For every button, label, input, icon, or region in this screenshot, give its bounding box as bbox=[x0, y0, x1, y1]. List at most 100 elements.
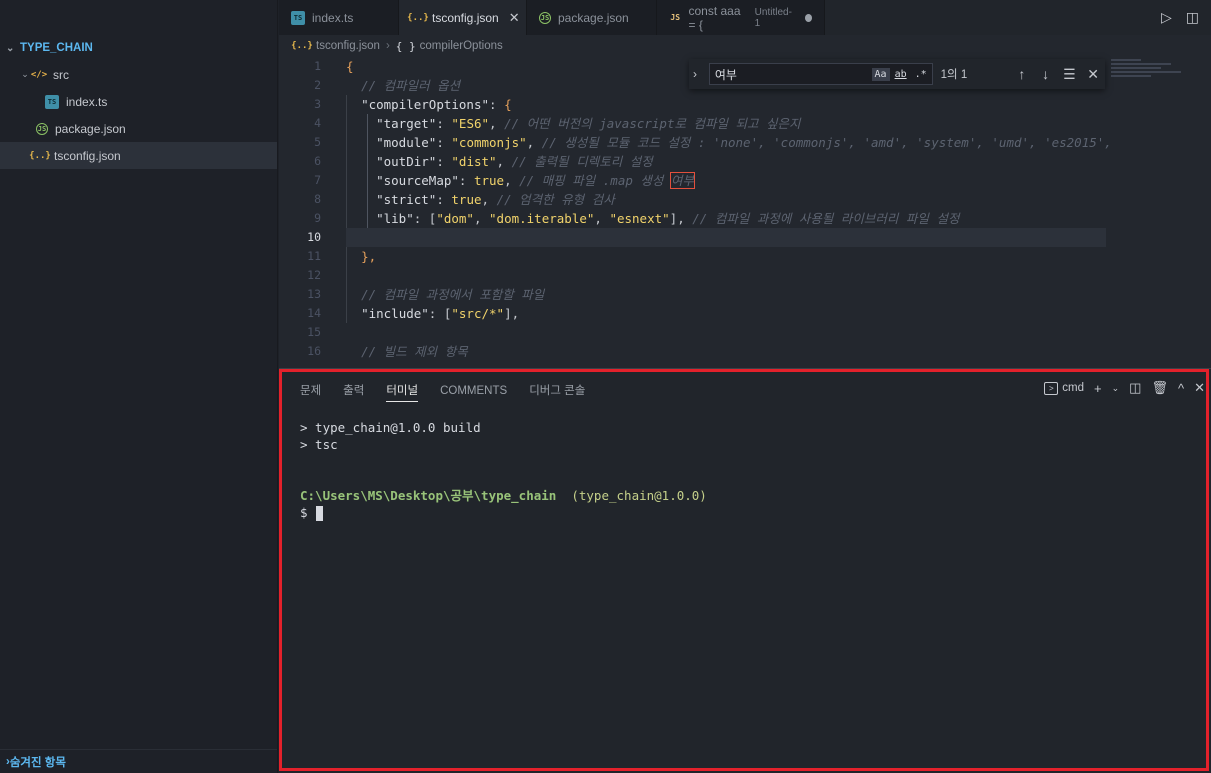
typescript-file-icon: TS bbox=[45, 94, 59, 109]
folder-icon: </> bbox=[30, 69, 48, 80]
regex-toggle[interactable]: .* bbox=[912, 68, 930, 81]
current-line bbox=[346, 228, 1106, 247]
outline-section-header[interactable]: › 숨겨진 항목 bbox=[0, 749, 277, 773]
json-file-icon: {..} bbox=[291, 41, 313, 51]
tab-untitled-1[interactable]: JS const aaa = { Untitled-1 bbox=[657, 0, 825, 35]
json-key: "sourceMap" bbox=[376, 173, 459, 188]
line-number: 5 bbox=[314, 135, 321, 149]
new-terminal-icon[interactable]: + bbox=[1094, 381, 1102, 396]
sidebar-item-label: package.json bbox=[55, 121, 126, 136]
json-value: "dom" bbox=[436, 211, 474, 226]
terminal-line: > tsc bbox=[300, 437, 338, 452]
json-value: "ES6" bbox=[451, 116, 490, 131]
sidebar-item-src[interactable]: ⌄ </> src bbox=[0, 61, 277, 88]
code-line: "outDir": "dist", // 출력될 디렉토리 설정 bbox=[376, 154, 653, 169]
sidebar-item-package-json[interactable]: JS package.json bbox=[0, 115, 277, 142]
sidebar-header bbox=[0, 0, 277, 35]
tab-index-ts[interactable]: TS index.ts bbox=[279, 0, 399, 35]
json-value: "esnext" bbox=[609, 211, 670, 226]
tab-output[interactable]: 출력 bbox=[343, 380, 364, 402]
breadcrumb-file[interactable]: tsconfig.json bbox=[316, 40, 380, 52]
line-number: 13 bbox=[307, 287, 321, 301]
next-match-icon[interactable]: ↓ bbox=[1034, 66, 1058, 82]
line-number-current: 10 bbox=[307, 230, 321, 244]
sidebar-item-index-ts[interactable]: TS index.ts bbox=[0, 88, 277, 115]
json-key: "include" bbox=[361, 306, 429, 321]
tab-comments[interactable]: COMMENTS bbox=[440, 380, 507, 402]
close-icon[interactable]: ✕ bbox=[509, 10, 520, 26]
terminal-prompt-path: C:\Users\MS\Desktop\공부\type_chain (type_… bbox=[300, 487, 707, 504]
line-number: 4 bbox=[314, 116, 321, 130]
close-icon[interactable]: ✕ bbox=[1081, 66, 1105, 83]
json-key: "compilerOptions" bbox=[361, 97, 489, 112]
comment: // 생성될 모듈 코드 설정 : 'none', 'commonjs', 'a… bbox=[541, 135, 1112, 150]
json-value: true bbox=[451, 192, 482, 207]
javascript-file-icon: JS bbox=[670, 13, 681, 22]
chevron-right-icon: › bbox=[385, 40, 390, 52]
line-number: 12 bbox=[307, 268, 321, 282]
terminal-output[interactable]: > type_chain@1.0.0 build > tsc C:\Users\… bbox=[300, 419, 707, 521]
sidebar-item-label: index.ts bbox=[66, 94, 108, 109]
line-number: 16 bbox=[307, 344, 321, 358]
json-file-icon: {..} bbox=[407, 12, 429, 23]
terminal-selector[interactable]: > cmd bbox=[1044, 381, 1084, 395]
tab-terminal[interactable]: 터미널 bbox=[386, 380, 419, 402]
whole-word-toggle[interactable]: ab bbox=[892, 68, 910, 81]
tab-tsconfig-json[interactable]: {..} tsconfig.json ✕ bbox=[399, 0, 527, 35]
terminal-line: > type_chain@1.0.0 build bbox=[300, 420, 481, 435]
find-input[interactable]: 여부 Aa ab .* bbox=[708, 63, 933, 85]
tab-package-json[interactable]: JS package.json bbox=[527, 0, 657, 35]
match-case-toggle[interactable]: Aa bbox=[871, 67, 890, 81]
line-number: 3 bbox=[314, 97, 321, 111]
tab-debug-console[interactable]: 디버그 콘솔 bbox=[529, 380, 585, 402]
prompt-symbol: $ bbox=[300, 505, 308, 520]
previous-match-icon[interactable]: ↑ bbox=[1010, 66, 1034, 82]
chevron-down-icon[interactable]: ⌄ bbox=[1112, 383, 1120, 394]
explorer-sidebar: ⌄ TYPE_CHAIN ⌄ </> src TS index.ts JS pa… bbox=[0, 0, 278, 773]
code-line: }, bbox=[346, 247, 1206, 266]
breadcrumb-symbol[interactable]: compilerOptions bbox=[420, 40, 503, 52]
brace: { bbox=[346, 59, 354, 74]
comment: // 컴파일 과정에 사용될 라이브러리 파일 설정 bbox=[692, 211, 960, 226]
line-number: 7 bbox=[314, 173, 321, 187]
sidebar-item-tsconfig-json[interactable]: {..} tsconfig.json bbox=[0, 142, 277, 169]
toggle-replace-chevron-icon[interactable]: › bbox=[693, 67, 709, 81]
tab-label: package.json bbox=[558, 10, 629, 25]
code-editor[interactable]: 1 2 3 4 5 6 7 8 9 10 11 12 13 14 15 16 {… bbox=[279, 57, 1211, 368]
tab-sublabel: Untitled-1 bbox=[754, 6, 792, 29]
run-icon[interactable]: ▷ bbox=[1161, 9, 1172, 26]
split-terminal-icon[interactable]: ◫ bbox=[1129, 380, 1141, 396]
editor-tab-bar: TS index.ts {..} tsconfig.json ✕ JS pack… bbox=[279, 0, 1211, 35]
workspace-title: TYPE_CHAIN bbox=[20, 42, 93, 54]
sidebar-item-label: src bbox=[53, 67, 69, 82]
comment: // 엄격한 유형 검사 bbox=[496, 192, 615, 207]
maximize-panel-icon[interactable]: ^ bbox=[1178, 381, 1184, 396]
json-key: "outDir" bbox=[376, 154, 437, 169]
comment: // 컴파일러 옵션 bbox=[361, 78, 461, 93]
tab-problems[interactable]: 문제 bbox=[300, 380, 321, 402]
comment: // 출력될 디렉토리 설정 bbox=[511, 154, 653, 169]
unsaved-dot-icon[interactable] bbox=[804, 13, 812, 22]
json-value: "commonjs" bbox=[451, 135, 527, 150]
terminal-package: (type_chain@1.0.0) bbox=[571, 488, 707, 503]
workspace-folder-header[interactable]: ⌄ TYPE_CHAIN bbox=[0, 35, 277, 61]
line-number: 15 bbox=[307, 325, 321, 339]
tab-label: const aaa = { bbox=[688, 3, 741, 32]
code-line: // 컴파일 과정에서 포함할 파일 bbox=[346, 285, 1206, 304]
split-editor-icon[interactable]: ◫ bbox=[1186, 9, 1199, 26]
code-line: "include": ["src/*"], bbox=[361, 306, 520, 321]
outline-section-title: 숨겨진 항목 bbox=[9, 756, 66, 769]
find-in-selection-icon[interactable]: ☰ bbox=[1057, 66, 1081, 83]
line-number: 2 bbox=[314, 78, 321, 92]
json-file-icon: {..} bbox=[29, 150, 51, 161]
terminal-icon: > bbox=[1044, 381, 1059, 395]
object-icon: { } bbox=[395, 39, 416, 53]
code-line: "sourceMap": true, // 매핑 파일 .map 생성 여부 bbox=[376, 172, 695, 189]
close-icon[interactable]: ✕ bbox=[1194, 380, 1205, 396]
comment: // 빌드 제외 항목 bbox=[361, 344, 468, 359]
trash-icon[interactable]: 🗑 bbox=[1151, 380, 1168, 396]
brace: }, bbox=[361, 249, 377, 264]
bottom-panel: 문제 출력 터미널 COMMENTS 디버그 콘솔 > cmd + ⌄ ◫ 🗑 … bbox=[279, 368, 1211, 773]
minimap[interactable] bbox=[1111, 57, 1191, 97]
line-number: 1 bbox=[314, 59, 321, 73]
